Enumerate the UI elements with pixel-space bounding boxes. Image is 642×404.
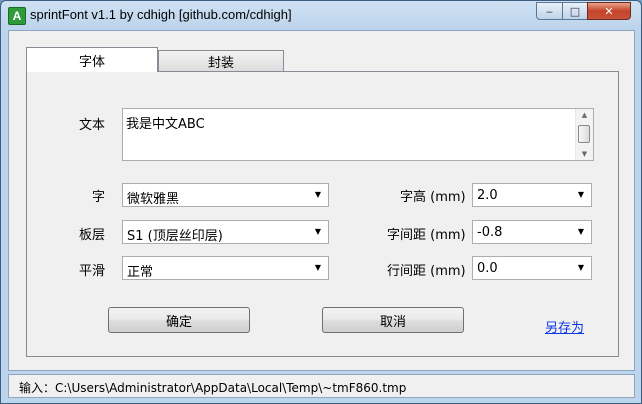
minimize-button[interactable]: ‒: [536, 2, 563, 20]
status-bar: 输入：C:\Users\Administrator\AppData\Local\…: [8, 374, 635, 398]
save-as-link[interactable]: 另存为: [545, 317, 584, 336]
client-area: 字体 封装 文本 我是中文ABC ▲ ▼ 字 微软雅黑 ▼ 板层 S1 (顶层丝…: [8, 30, 635, 371]
window-title: sprintFont v1.1 by cdhigh [github.com/cd…: [30, 7, 292, 22]
layer-select-value: S1 (顶层丝印层): [127, 229, 223, 244]
font-select[interactable]: 微软雅黑 ▼: [122, 183, 329, 207]
line-spacing-label: 行间距 (mm): [387, 264, 466, 279]
chevron-down-icon: ▼: [314, 227, 322, 236]
tab-footprint[interactable]: 封装: [158, 50, 284, 72]
title-bar[interactable]: A sprintFont v1.1 by cdhigh [github.com/…: [1, 1, 641, 29]
font-label: 字: [92, 190, 106, 205]
text-input[interactable]: 我是中文ABC ▲ ▼: [122, 108, 594, 161]
chevron-down-icon: ▼: [314, 190, 322, 199]
tab-font[interactable]: 字体: [26, 47, 158, 72]
status-text: 输入：C:\Users\Administrator\AppData\Local\…: [19, 381, 407, 395]
layer-select[interactable]: S1 (顶层丝印层) ▼: [122, 220, 329, 244]
scroll-down-arrow-icon[interactable]: ▼: [576, 148, 593, 160]
height-select-value: 2.0: [477, 188, 498, 203]
app-icon: A: [8, 7, 26, 25]
line-spacing-select-value: 0.0: [477, 261, 498, 276]
char-spacing-select-value: -0.8: [477, 225, 503, 240]
scroll-up-arrow-icon[interactable]: ▲: [576, 109, 593, 121]
cancel-button[interactable]: 取消: [322, 307, 464, 333]
font-select-value: 微软雅黑: [127, 192, 180, 207]
maximize-button[interactable]: □: [562, 2, 588, 20]
smoothing-select[interactable]: 正常 ▼: [122, 256, 329, 280]
layer-label: 板层: [79, 228, 106, 243]
close-button[interactable]: ✕: [587, 2, 631, 20]
text-input-value: 我是中文ABC: [126, 117, 205, 132]
smoothing-label: 平滑: [79, 264, 106, 279]
text-scrollbar[interactable]: ▲ ▼: [575, 109, 593, 160]
height-label: 字高 (mm): [400, 190, 466, 205]
font-tab-panel: 文本 我是中文ABC ▲ ▼ 字 微软雅黑 ▼ 板层 S1 (顶层丝印层) ▼ …: [26, 71, 619, 357]
text-label: 文本: [79, 118, 106, 133]
smoothing-select-value: 正常: [127, 265, 154, 280]
chevron-down-icon: ▼: [577, 263, 585, 272]
char-spacing-select[interactable]: -0.8 ▼: [472, 220, 592, 244]
chevron-down-icon: ▼: [314, 263, 322, 272]
app-window: A sprintFont v1.1 by cdhigh [github.com/…: [0, 0, 642, 404]
ok-button[interactable]: 确定: [108, 307, 250, 333]
char-spacing-label: 字间距 (mm): [387, 228, 466, 243]
line-spacing-select[interactable]: 0.0 ▼: [472, 256, 592, 280]
height-select[interactable]: 2.0 ▼: [472, 183, 592, 207]
chevron-down-icon: ▼: [577, 227, 585, 236]
chevron-down-icon: ▼: [577, 190, 585, 199]
scroll-thumb[interactable]: [578, 125, 590, 143]
